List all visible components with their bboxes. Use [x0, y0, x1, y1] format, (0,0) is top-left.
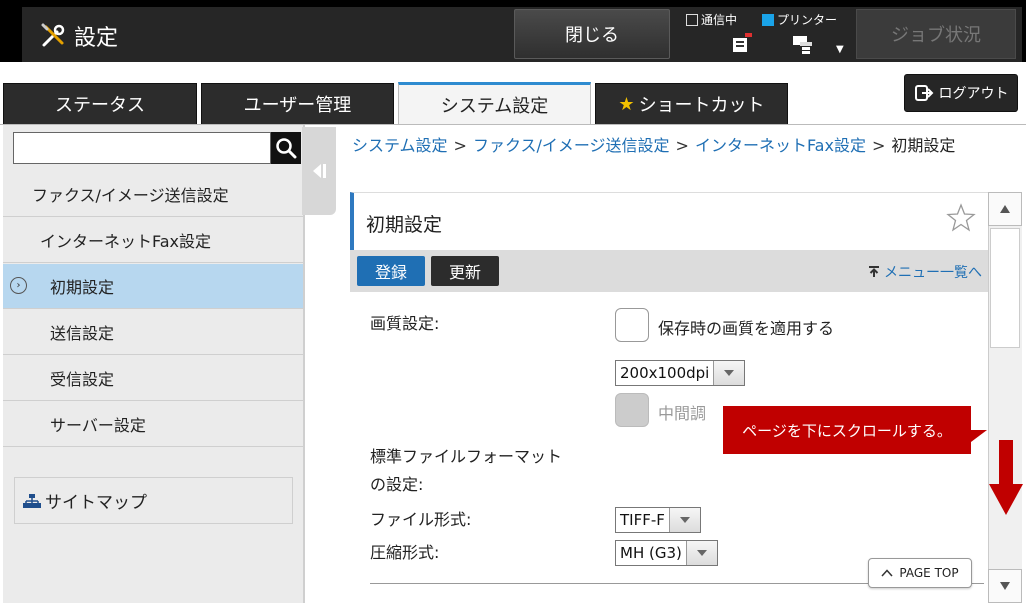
printer-indicator	[762, 13, 774, 26]
printer-status: プリンター	[762, 11, 837, 28]
printer-status-label: プリンター	[777, 13, 838, 27]
device-status: 通信中 プリンター ▼	[686, 8, 854, 60]
tab-shortcut-label: ショートカット	[638, 95, 765, 116]
page-top-label: PAGE TOP	[899, 566, 959, 580]
search-button[interactable]	[271, 132, 301, 164]
panel-header: 初期設定	[350, 192, 988, 250]
sidebar-item-receive-settings[interactable]: 受信設定	[3, 356, 303, 401]
triangle-down-icon	[1000, 582, 1010, 590]
tools-icon	[41, 23, 65, 47]
sidebar-item-label: ファクス/イメージ送信設定	[32, 186, 229, 205]
file-type-value: TIFF-F	[616, 508, 670, 532]
sidebar-item-label: 受信設定	[50, 370, 115, 389]
fax-comm-icon	[733, 33, 752, 52]
sitemap-icon	[23, 493, 41, 508]
sidebar-item-internet-fax[interactable]: インターネットFax設定	[3, 218, 303, 263]
breadcrumb-separator: >	[453, 136, 467, 155]
sitemap-label: サイトマップ	[45, 493, 147, 513]
scroll-down-button[interactable]	[988, 569, 1022, 603]
printer-icon	[793, 36, 812, 54]
menu-list-label: メニュー一覧へ	[884, 265, 982, 281]
breadcrumb-internet-fax[interactable]: インターネットFax設定	[695, 136, 866, 155]
status-dropdown-icon[interactable]: ▼	[836, 44, 844, 55]
search-icon	[276, 138, 297, 159]
chevron-down-icon	[686, 541, 717, 565]
sidebar-item-server-settings[interactable]: サーバー設定	[3, 402, 303, 447]
sidebar-item-fax-image-send[interactable]: ファクス/イメージ送信設定	[3, 172, 303, 217]
sidebar: ファクス/イメージ送信設定 インターネットFax設定 › 初期設定 送信設定 受…	[3, 125, 303, 603]
update-button[interactable]: 更新	[431, 256, 499, 286]
sidebar-item-label: サーバー設定	[50, 416, 146, 435]
close-button[interactable]: 閉じる	[514, 9, 670, 59]
comm-status-label: 通信中	[701, 13, 738, 27]
sidebar-item-label: 初期設定	[50, 278, 115, 297]
sidebar-item-initial-settings[interactable]: › 初期設定	[3, 264, 303, 309]
action-bar: 登録 更新 メニュー一覧へ	[350, 250, 988, 292]
file-type-select[interactable]: TIFF-F	[615, 507, 701, 533]
breadcrumb-system-settings[interactable]: システム設定	[352, 136, 448, 155]
menu-list-link[interactable]: メニュー一覧へ	[867, 262, 982, 282]
logout-button[interactable]: ログアウト	[904, 74, 1018, 112]
quality-label: 画質設定:	[370, 314, 440, 333]
top-bar: 設定 閉じる 通信中 プリンター ▼ ジョブ状況	[0, 0, 1026, 62]
tab-user-management[interactable]: ユーザー管理	[201, 83, 394, 124]
compression-label: 圧縮形式:	[370, 543, 440, 562]
apply-quality-label: 保存時の画質を適用する	[658, 319, 835, 338]
page-top-button[interactable]: PAGE TOP	[868, 558, 972, 588]
chevron-down-icon	[714, 361, 745, 385]
sitemap-button[interactable]: サイトマップ	[14, 477, 293, 524]
app-title: 設定	[38, 20, 118, 52]
compression-value: MH (G3)	[616, 541, 687, 565]
logout-icon	[914, 85, 933, 101]
job-status-button[interactable]: ジョブ状況	[856, 9, 1016, 59]
scroll-up-button[interactable]	[988, 192, 1022, 226]
logout-label: ログアウト	[938, 86, 1009, 102]
scrollbar-thumb[interactable]	[990, 228, 1020, 348]
tab-system-settings[interactable]: システム設定	[398, 82, 591, 125]
scroll-hint-callout: ページを下にスクロールする。	[723, 406, 971, 454]
chevron-up-icon	[881, 569, 893, 577]
apply-quality-checkbox[interactable]	[615, 308, 649, 342]
sidebar-item-label: 送信設定	[50, 324, 115, 343]
favorite-star-icon[interactable]	[946, 203, 976, 233]
resolution-select[interactable]: 200x100dpi	[615, 360, 746, 386]
down-arrow-icon	[989, 440, 1023, 515]
breadcrumb: システム設定 > ファクス/イメージ送信設定 > インターネットFax設定 > 初期設定	[352, 132, 1012, 160]
comm-indicator	[686, 13, 698, 26]
callout-tail	[971, 430, 987, 442]
sidebar-search	[13, 132, 301, 164]
collapse-left-icon	[313, 164, 326, 178]
file-type-label: ファイル形式:	[370, 510, 472, 529]
breadcrumb-separator: >	[675, 136, 689, 155]
page-title: 初期設定	[366, 214, 443, 236]
resolution-value: 200x100dpi	[616, 361, 715, 385]
std-format-label-cont: の設定:	[370, 475, 424, 494]
halftone-label: 中間調	[658, 404, 707, 423]
star-icon: ★	[618, 93, 635, 115]
back-to-list-icon	[869, 266, 879, 277]
register-button[interactable]: 登録	[357, 256, 425, 286]
tab-shortcut[interactable]: ★ ショートカット	[595, 83, 788, 124]
halftone-checkbox[interactable]	[615, 393, 649, 427]
std-format-label: 標準ファイルフォーマット	[370, 447, 563, 466]
triangle-up-icon	[1000, 205, 1010, 213]
tab-status[interactable]: ステータス	[3, 83, 197, 124]
header-panel: 設定 閉じる 通信中 プリンター ▼ ジョブ状況	[22, 7, 1022, 62]
chevron-down-icon	[669, 508, 700, 532]
breadcrumb-separator: >	[871, 136, 886, 155]
breadcrumb-current: 初期設定	[891, 136, 956, 155]
search-input[interactable]	[13, 132, 271, 164]
comm-status: 通信中	[686, 11, 737, 28]
chevron-right-icon: ›	[10, 277, 27, 294]
app-title-text: 設定	[74, 26, 119, 51]
collapse-sidebar-button[interactable]	[302, 127, 336, 215]
sidebar-item-send-settings[interactable]: 送信設定	[3, 310, 303, 355]
sidebar-item-label: インターネットFax設定	[40, 232, 212, 251]
compression-select[interactable]: MH (G3)	[615, 540, 718, 566]
breadcrumb-fax-image-send[interactable]: ファクス/イメージ送信設定	[473, 136, 670, 155]
